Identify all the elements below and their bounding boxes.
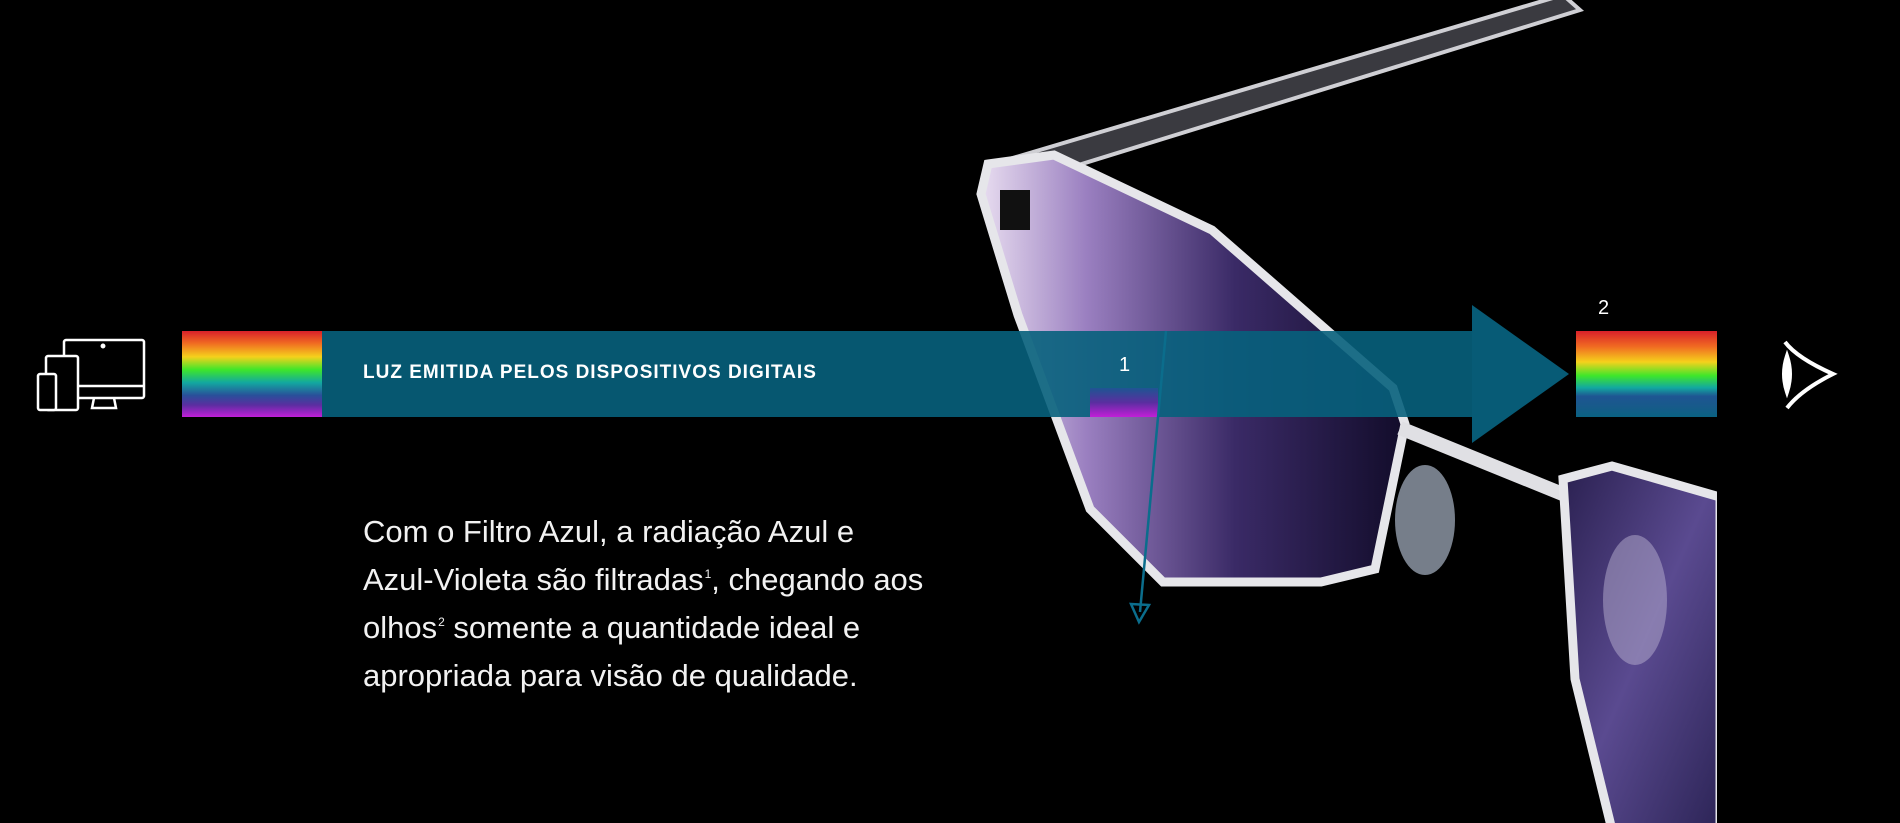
paragraph-line: Com o Filtro Azul, a radiação Azul e bbox=[363, 514, 855, 549]
text: somente a quantidade ideal e bbox=[444, 610, 861, 645]
eye-icon bbox=[1779, 338, 1839, 412]
text: olhos bbox=[363, 610, 438, 645]
text: , chegando aos bbox=[711, 562, 924, 597]
paragraph-line: Azul-Violeta são filtradas1, chegando ao… bbox=[363, 556, 1003, 604]
footnote-2: 2 bbox=[438, 615, 445, 629]
footnote-1: 1 bbox=[704, 567, 712, 581]
paragraph-line: apropriada para visão de qualidade. bbox=[363, 658, 858, 693]
filtered-result-swatch bbox=[1576, 331, 1717, 417]
description-paragraph: Com o Filtro Azul, a radiação Azul e Azu… bbox=[363, 508, 1003, 700]
marker-2: 2 bbox=[1598, 297, 1610, 319]
paragraph-line: olhos2 somente a quantidade ideal e bbox=[363, 604, 1003, 652]
text: Azul-Violeta são filtradas bbox=[363, 562, 704, 597]
